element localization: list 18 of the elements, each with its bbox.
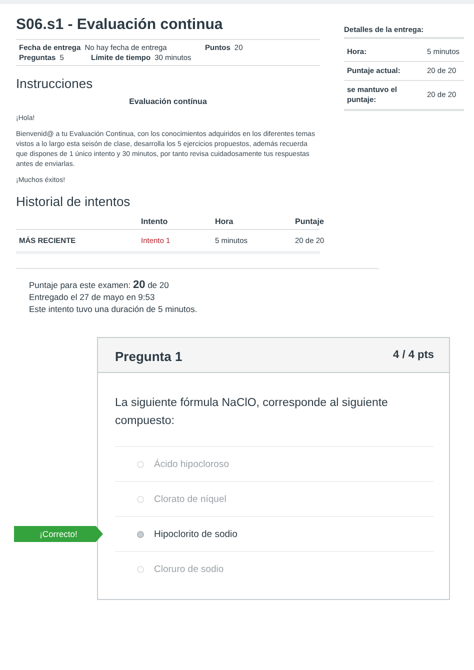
question-text: La siguiente fórmula NaClO, corresponde al siguiente compuesto: bbox=[115, 396, 389, 429]
column-header: Hora bbox=[215, 217, 234, 226]
answer-option: Ácido hipocloroso bbox=[154, 458, 229, 470]
correct-flag: ¡Correcto! bbox=[14, 526, 103, 542]
quiz-title: S06.s1 - Evaluación continua bbox=[16, 16, 224, 33]
section-heading: Instrucciones bbox=[16, 76, 94, 91]
summary-line: Puntaje para este examen: 20 de 20 bbox=[29, 279, 170, 291]
answer-option: Hipoclorito de sodio bbox=[154, 528, 238, 540]
summary-line: Este intento tuvo una duración de 5 minutos. bbox=[29, 303, 198, 315]
answer-option: Cloruro de sodio bbox=[154, 564, 224, 574]
column-header: Puntaje bbox=[295, 217, 325, 226]
summary-line: Entregado el 27 de mayo en 9:53 bbox=[29, 291, 156, 303]
column-header: Intento bbox=[141, 217, 169, 226]
instructions-subtitle: Evaluación contínua bbox=[128, 97, 208, 106]
section-heading: Historial de intentos bbox=[16, 194, 132, 209]
question-title: Pregunta 1 bbox=[115, 348, 182, 364]
answer-option: Clorato de níquel bbox=[154, 494, 226, 504]
question-points: 4 / 4 pts bbox=[393, 349, 434, 363]
